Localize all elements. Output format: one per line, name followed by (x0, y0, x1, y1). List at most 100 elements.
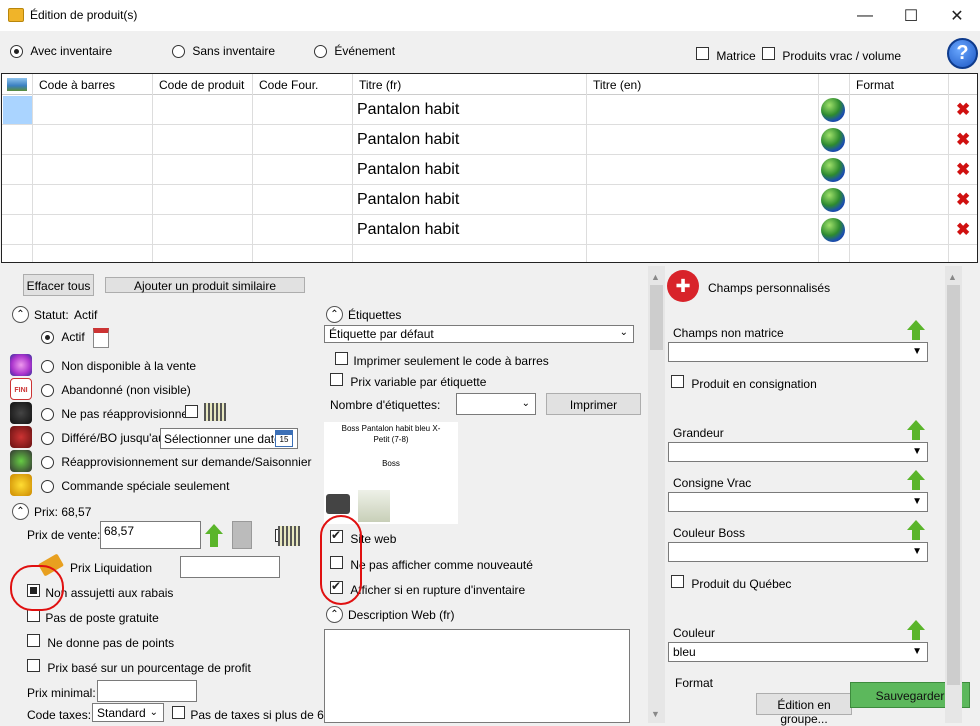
scroll-down-icon[interactable]: ▼ (651, 709, 660, 719)
radio-icon[interactable] (41, 360, 54, 374)
checkbox-icon[interactable] (762, 47, 775, 60)
description-textarea[interactable] (324, 629, 630, 723)
checkbox-icon[interactable] (27, 659, 40, 672)
checkbox-icon[interactable] (330, 373, 343, 386)
mode-avec-inventaire[interactable]: Avec inventaire (10, 44, 112, 59)
table-row[interactable]: Pantalon habit ✖ (2, 125, 977, 155)
globe-icon[interactable] (821, 218, 845, 242)
consignment-checkbox[interactable]: Produit en consignation (671, 375, 817, 391)
delete-icon[interactable]: ✖ (956, 190, 970, 210)
collapse-description-icon[interactable]: ⌃ (326, 606, 343, 623)
print-barcode-checkbox[interactable]: Imprimer seulement le code à barres (335, 352, 549, 368)
bulk-select[interactable]: ▼ (668, 492, 928, 512)
radio-icon[interactable] (41, 456, 54, 470)
profit-percent-checkbox[interactable]: Prix basé sur un pourcentage de profit (27, 659, 251, 675)
collapse-status-icon[interactable]: ⌃ (12, 306, 29, 323)
table-row[interactable]: Pantalon habit ✖ (2, 155, 977, 185)
status-commande-speciale[interactable]: Commande spéciale seulement (41, 479, 229, 494)
min-price-input[interactable] (97, 680, 197, 702)
status-non-disponible[interactable]: Non disponible à la vente (41, 359, 196, 374)
label-count-select[interactable]: ⌄ (456, 393, 536, 415)
label-template-select[interactable]: Étiquette par défaut ⌄ (324, 325, 634, 343)
mode-evenement[interactable]: Événement (314, 44, 395, 59)
non-matrix-select[interactable]: ▼ (668, 342, 928, 362)
size-up-icon[interactable] (907, 420, 925, 440)
radio-icon[interactable] (314, 45, 327, 59)
checkbox-icon[interactable] (696, 47, 709, 60)
col-header-format[interactable]: Format (850, 74, 894, 95)
collapse-price-icon[interactable]: ⌃ (12, 503, 29, 520)
calendar-icon[interactable]: 15 (275, 430, 293, 447)
matrice-checkbox[interactable]: Matrice (696, 47, 756, 63)
status-ne-pas-reapprovisionner[interactable]: Ne pas réapprovisionner (41, 407, 192, 422)
radio-icon[interactable] (41, 408, 54, 422)
pas-poste-checkbox[interactable]: Pas de poste gratuite (27, 609, 159, 625)
checkbox-icon[interactable] (27, 634, 40, 647)
right-scrollbar[interactable]: ▲ (945, 266, 962, 723)
globe-icon[interactable] (821, 128, 845, 152)
status-abandonne[interactable]: Abandonné (non visible) (41, 383, 191, 398)
radio-icon[interactable] (41, 331, 54, 345)
delete-icon[interactable]: ✖ (956, 160, 970, 180)
reorder-checkbox[interactable] (185, 405, 198, 418)
size-select[interactable]: ▼ (668, 442, 928, 462)
clear-all-button[interactable]: Effacer tous (23, 274, 94, 296)
checkbox-icon[interactable] (335, 352, 348, 365)
checkbox-icon[interactable] (671, 575, 684, 588)
bulk-up-icon[interactable] (907, 470, 925, 490)
globe-icon[interactable] (821, 98, 845, 122)
quebec-checkbox[interactable]: Produit du Québec (671, 575, 791, 591)
radio-icon[interactable] (41, 432, 54, 446)
print-button[interactable]: Imprimer (546, 393, 641, 415)
color-up-icon[interactable] (907, 620, 925, 640)
table-row[interactable]: Pantalon habit ✖ (2, 95, 977, 125)
group-edit-button[interactable]: Édition en groupe... (756, 693, 852, 726)
delete-icon[interactable]: ✖ (956, 220, 970, 240)
non-matrix-up-icon[interactable] (907, 320, 925, 340)
close-button[interactable]: ✕ (934, 0, 980, 31)
radio-icon[interactable] (41, 384, 54, 398)
status-saisonnier[interactable]: Réapprovisionnement sur demande/Saisonni… (41, 455, 312, 470)
boss-color-select[interactable]: ▼ (668, 542, 928, 562)
radio-icon[interactable] (172, 45, 185, 59)
table-row[interactable]: Pantalon habit ✖ (2, 215, 977, 245)
no-points-checkbox[interactable]: Ne donne pas de points (27, 634, 174, 650)
liquidation-input[interactable] (180, 556, 280, 578)
middle-scrollbar[interactable]: ▲ ▼ (648, 266, 665, 723)
boss-color-up-icon[interactable] (907, 520, 925, 540)
row-title-fr[interactable]: Pantalon habit (357, 221, 459, 239)
globe-icon[interactable] (821, 158, 845, 182)
status-actif[interactable]: Actif (41, 330, 85, 345)
checkbox-icon[interactable] (671, 375, 684, 388)
no-tax-checkbox[interactable]: Pas de taxes si plus de 6 (172, 706, 324, 722)
col-header-title-en[interactable]: Titre (en) (587, 74, 641, 95)
delete-icon[interactable]: ✖ (956, 100, 970, 120)
row-title-fr[interactable]: Pantalon habit (357, 101, 459, 119)
variable-price-checkbox[interactable]: Prix variable par étiquette (330, 373, 486, 389)
vrac-checkbox[interactable]: Produits vrac / volume (762, 47, 901, 63)
scroll-up-icon[interactable]: ▲ (948, 272, 957, 282)
calculator-icon[interactable] (232, 521, 252, 549)
radio-icon[interactable] (10, 45, 23, 59)
col-header-product-code[interactable]: Code de produit (153, 74, 244, 95)
scroll-up-icon[interactable]: ▲ (651, 272, 660, 282)
delete-icon[interactable]: ✖ (956, 130, 970, 150)
row-title-fr[interactable]: Pantalon habit (357, 161, 459, 179)
sale-price-input[interactable]: 68,57 (100, 521, 201, 549)
row-title-fr[interactable]: Pantalon habit (357, 131, 459, 149)
scroll-thumb[interactable] (650, 285, 663, 350)
col-header-supplier-code[interactable]: Code Four. (253, 74, 318, 95)
collapse-labels-icon[interactable]: ⌃ (326, 306, 343, 323)
status-differe[interactable]: Différé/BO jusqu'au (41, 431, 165, 446)
checkbox-icon[interactable] (172, 706, 185, 719)
table-row[interactable]: Pantalon habit ✖ (2, 185, 977, 215)
globe-icon[interactable] (821, 188, 845, 212)
radio-icon[interactable] (41, 480, 54, 494)
add-similar-button[interactable]: Ajouter un produit similaire (105, 277, 305, 293)
mode-sans-inventaire[interactable]: Sans inventaire (172, 44, 275, 59)
col-header-title-fr[interactable]: Titre (fr) (353, 74, 401, 95)
minimize-button[interactable]: — (842, 0, 888, 31)
tax-code-select[interactable]: Standard ⌄ (92, 703, 164, 722)
price-up-icon[interactable] (205, 524, 223, 548)
color-select[interactable]: bleu ▼ (668, 642, 928, 662)
